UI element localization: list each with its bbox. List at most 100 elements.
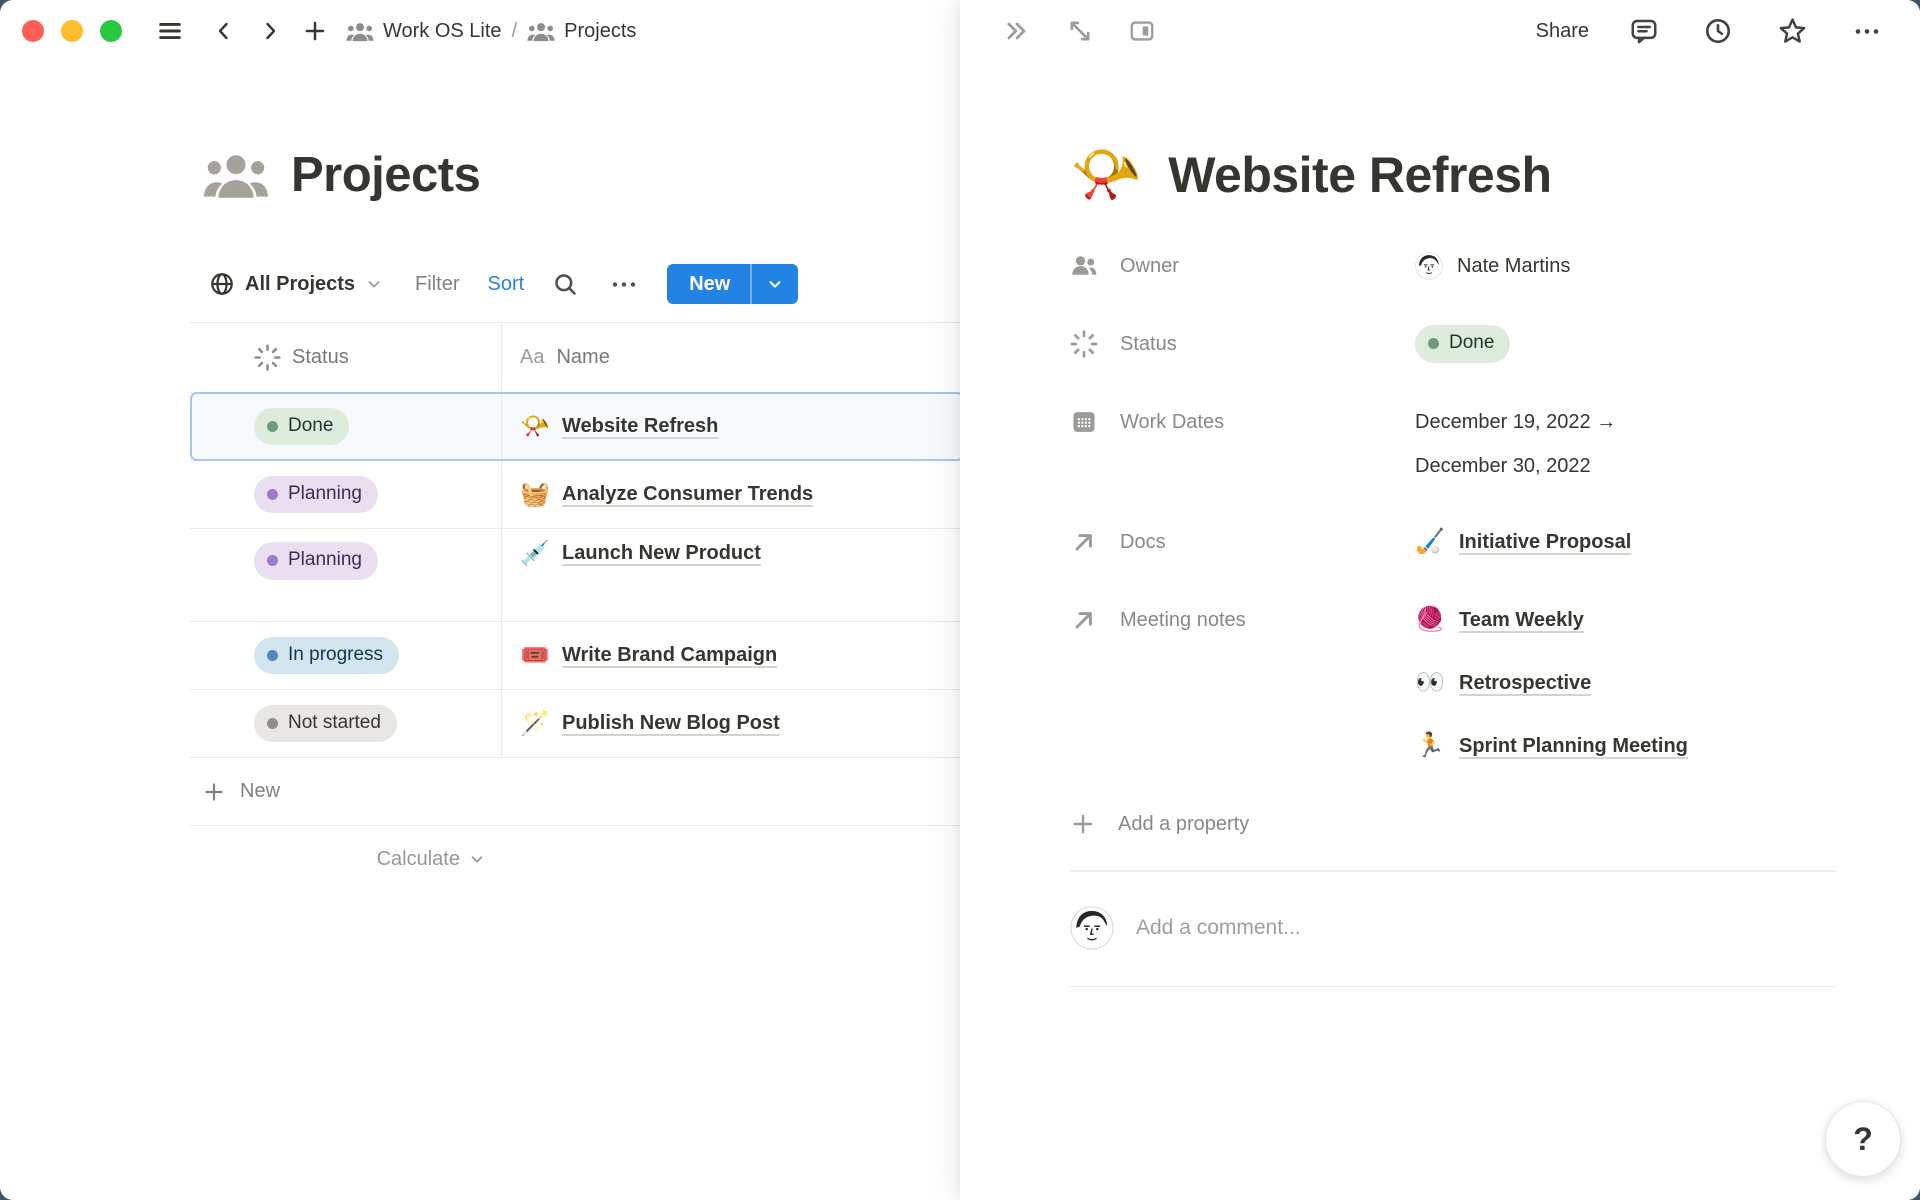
page-link[interactable]: Website Refresh <box>562 415 718 438</box>
page-link[interactable]: Publish New Blog Post <box>562 712 780 735</box>
status-badge: Done <box>1415 325 1510 363</box>
favorite-button[interactable] <box>1773 12 1812 51</box>
column-label: Name <box>556 346 609 369</box>
calculate-button[interactable]: Calculate <box>190 826 502 892</box>
page-emoji: 🏃 <box>1415 734 1445 758</box>
property-label-work-dates[interactable]: Work Dates <box>1070 398 1415 446</box>
name-cell[interactable]: 💉 Launch New Product <box>502 529 964 621</box>
relation-link[interactable]: 🏑 Initiative Proposal <box>1415 518 1631 566</box>
table-row[interactable]: In progress 🎟️ Write Brand Campaign <box>190 622 964 690</box>
page-link[interactable]: Analyze Consumer Trends <box>562 483 813 506</box>
date-range: December 19, 2022 → December 30, 2022 <box>1415 398 1616 488</box>
table-row[interactable]: Planning 🧺 Analyze Consumer Trends <box>190 461 964 529</box>
filter-button[interactable]: Filter <box>415 273 459 296</box>
status-cell[interactable]: Planning <box>190 461 502 528</box>
close-window-button[interactable] <box>22 20 44 42</box>
database-toolbar: All Projects Filter Sort New <box>209 262 798 306</box>
minimize-window-button[interactable] <box>61 20 83 42</box>
new-row-button[interactable]: New <box>190 758 964 826</box>
page-title[interactable]: Website Refresh <box>1168 146 1551 204</box>
close-peek-button[interactable] <box>998 13 1036 49</box>
search-icon <box>552 271 579 298</box>
new-record-dropdown-button[interactable] <box>752 264 798 304</box>
property-row: Docs 🏑 Initiative Proposal <box>1070 518 1836 566</box>
comments-button[interactable] <box>1625 12 1663 50</box>
property-label-meeting-notes[interactable]: Meeting notes <box>1070 596 1415 644</box>
relation-link[interactable]: 🧶 Team Weekly <box>1415 596 1688 644</box>
property-label-docs[interactable]: Docs <box>1070 518 1415 566</box>
name-cell[interactable]: 🧺 Analyze Consumer Trends <box>502 461 964 528</box>
view-options-button[interactable] <box>607 269 641 300</box>
view-selector[interactable]: All Projects <box>209 271 383 297</box>
table-row[interactable]: Not started 🪄 Publish New Blog Post <box>190 690 964 758</box>
breadcrumb-label: Work OS Lite <box>383 20 502 43</box>
chevron-right-icon <box>258 19 282 43</box>
new-record-button[interactable]: New <box>667 264 750 304</box>
peek-title: 📯 Website Refresh <box>1070 146 1836 204</box>
relation-link[interactable]: 👀 Retrospective <box>1415 659 1688 707</box>
page-title[interactable]: Projects <box>291 147 480 203</box>
page-link[interactable]: Launch New Product <box>562 542 761 565</box>
sort-button[interactable]: Sort <box>488 273 525 296</box>
breadcrumb-workspace[interactable]: Work OS Lite <box>346 20 502 43</box>
column-header-status[interactable]: Status <box>190 323 502 392</box>
relation-link[interactable]: 🏃 Sprint Planning Meeting <box>1415 722 1688 770</box>
database-title: Projects <box>203 147 480 203</box>
updates-button[interactable] <box>1699 12 1737 50</box>
page-emoji[interactable]: 📯 <box>1070 146 1142 204</box>
column-header-name[interactable]: Aa Name <box>502 323 964 392</box>
name-cell[interactable]: 🪄 Publish New Blog Post <box>502 690 964 757</box>
peek-mode-button[interactable] <box>1124 13 1160 49</box>
table-row[interactable]: Planning 💉 Launch New Product <box>190 529 964 622</box>
comments-icon <box>1629 16 1659 46</box>
page-emoji: 💉 <box>520 542 550 566</box>
sidebar-menu-button[interactable] <box>152 13 188 49</box>
hamburger-icon <box>156 17 184 45</box>
open-full-page-button[interactable] <box>1062 13 1098 49</box>
name-cell[interactable]: 📯 Website Refresh <box>502 393 964 460</box>
status-dot <box>267 489 278 500</box>
avatar <box>1070 906 1114 950</box>
arrow-up-right-icon <box>1070 606 1098 634</box>
people-icon <box>1070 252 1098 280</box>
add-property-button[interactable]: Add a property <box>1070 800 1836 848</box>
name-cell[interactable]: 🎟️ Write Brand Campaign <box>502 622 964 689</box>
back-button[interactable] <box>208 15 240 47</box>
property-row: Status Done <box>1070 320 1836 368</box>
column-label: Status <box>292 346 349 369</box>
forward-button[interactable] <box>254 15 286 47</box>
status-cell[interactable]: Done <box>190 393 502 460</box>
left-topbar: Work OS Lite / Projects <box>0 0 960 62</box>
chevron-down-icon <box>468 850 486 868</box>
property-value-work-dates[interactable]: December 19, 2022 → December 30, 2022 <box>1415 398 1616 488</box>
share-button[interactable]: Share <box>1536 20 1589 43</box>
breadcrumb-label: Projects <box>564 20 636 43</box>
peek-actions: Share <box>1536 12 1886 51</box>
new-page-button[interactable] <box>298 14 332 48</box>
page-emoji: 🏑 <box>1415 530 1445 554</box>
status-cell[interactable]: Not started <box>190 690 502 757</box>
calendar-icon <box>1070 408 1098 436</box>
property-value-status[interactable]: Done <box>1415 320 1510 368</box>
page-link[interactable]: Write Brand Campaign <box>562 644 777 667</box>
breadcrumb-separator: / <box>512 20 518 43</box>
status-cell[interactable]: In progress <box>190 622 502 689</box>
search-button[interactable] <box>550 269 581 300</box>
table-row[interactable]: Done 📯 Website Refresh <box>190 393 964 461</box>
breadcrumb-page[interactable]: Projects <box>527 20 636 43</box>
help-button[interactable]: ? <box>1825 1101 1901 1177</box>
team-icon <box>346 21 374 42</box>
more-button[interactable] <box>1848 14 1886 49</box>
zoom-window-button[interactable] <box>100 20 122 42</box>
more-icon <box>1852 18 1882 45</box>
status-cell[interactable]: Planning <box>190 529 502 621</box>
property-value-owner[interactable]: Nate Martins <box>1415 242 1570 290</box>
person-chip: Nate Martins <box>1415 252 1570 280</box>
property-label-owner[interactable]: Owner <box>1070 242 1415 290</box>
page-emoji: 🧺 <box>520 483 550 507</box>
comment-input[interactable]: Add a comment... <box>1136 916 1836 940</box>
updates-icon <box>1703 16 1733 46</box>
plus-icon <box>1070 811 1096 837</box>
peek-topbar: Share <box>960 0 1920 62</box>
property-label-status[interactable]: Status <box>1070 320 1415 368</box>
